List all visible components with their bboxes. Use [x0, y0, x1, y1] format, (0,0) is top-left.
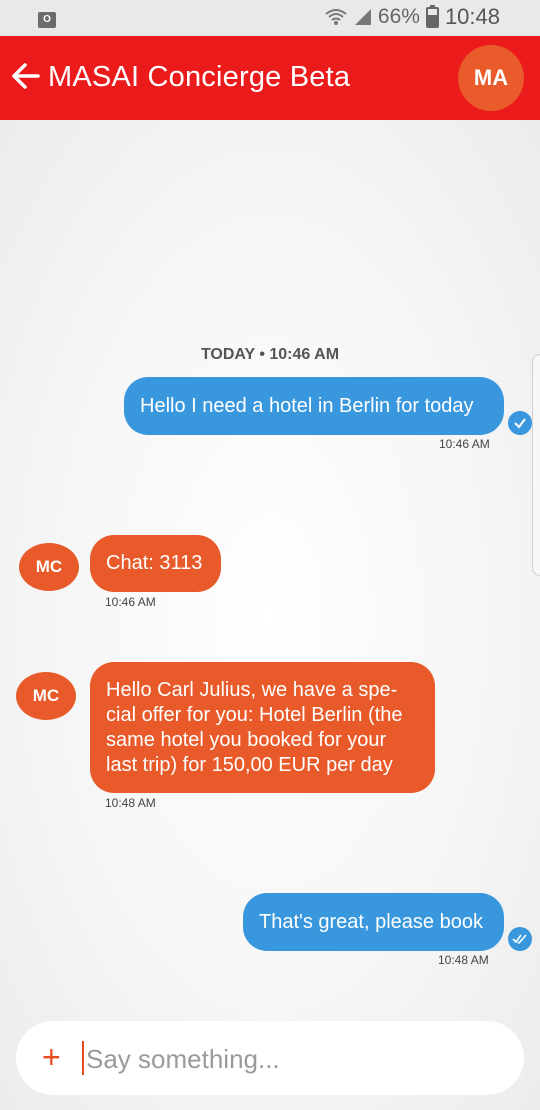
- double-check-icon: [508, 927, 532, 951]
- outlook-icon: O: [38, 12, 56, 28]
- message-text: That's great, please book: [259, 911, 483, 933]
- outgoing-message-bubble[interactable]: Hello I need a hotel in Berlin for today: [124, 377, 504, 435]
- message-line: last trip) for 150,00 EUR per day: [106, 754, 393, 776]
- message-time: 10:46 AM: [439, 437, 490, 451]
- message-line: same hotel you booked for your: [106, 729, 387, 751]
- message-line: cial offer for you: Hotel Berlin (the: [106, 704, 403, 726]
- mc-avatar[interactable]: MC: [19, 543, 79, 591]
- edge-panel-handle[interactable]: [532, 354, 540, 576]
- signal-icon: [354, 9, 371, 25]
- mc-avatar[interactable]: MC: [16, 672, 76, 720]
- app-title: MASAI Concierge Beta: [48, 61, 351, 93]
- battery-icon: [425, 4, 439, 28]
- status-bar: O 66% 10:48: [0, 0, 540, 36]
- outgoing-message-bubble[interactable]: That's great, please book: [243, 893, 504, 951]
- message-composer: +: [16, 1021, 524, 1095]
- date-divider: TODAY • 10:46 AM: [200, 346, 340, 363]
- wifi-icon: [325, 9, 347, 25]
- check-icon: [508, 411, 532, 435]
- message-time: 10:48 AM: [105, 796, 156, 810]
- incoming-message-bubble[interactable]: Chat: 3113: [90, 535, 221, 592]
- message-input[interactable]: [84, 1035, 508, 1083]
- status-right: 66% 10:48: [324, 4, 500, 30]
- message-text: Chat: 3113: [106, 552, 203, 574]
- status-left: O: [38, 9, 56, 28]
- message-line: Hello Carl Julius, we have a spe-: [106, 679, 398, 701]
- message-time: 10:46 AM: [105, 595, 156, 609]
- status-time: 10:48: [444, 4, 500, 29]
- message-time: 10:48 AM: [438, 953, 489, 967]
- add-attachment-icon[interactable]: +: [42, 1040, 61, 1074]
- battery-percent: 66%: [377, 5, 420, 28]
- profile-avatar[interactable]: MA: [458, 45, 524, 111]
- message-text: Hello I need a hotel in Berlin for today: [140, 395, 474, 417]
- incoming-message-bubble[interactable]: Hello Carl Julius, we have a spe- cial o…: [90, 662, 435, 793]
- app-header: MASAI Concierge Beta MA: [0, 36, 540, 120]
- back-arrow-icon[interactable]: [10, 60, 42, 92]
